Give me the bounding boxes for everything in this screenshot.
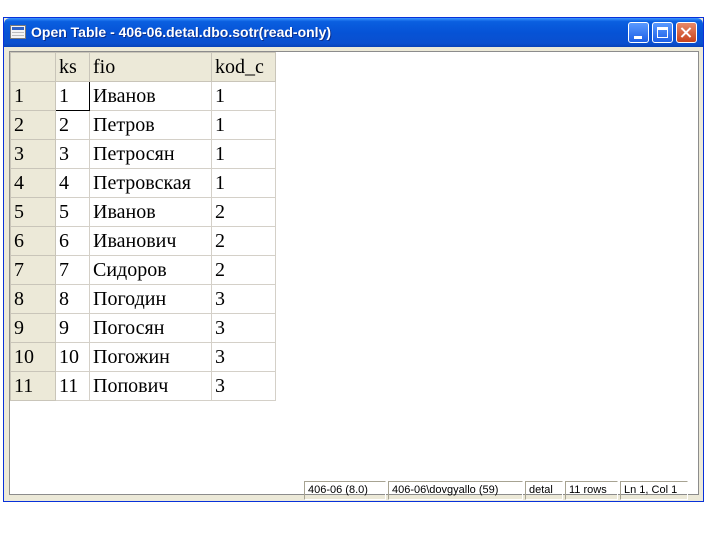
status-cursor-position: Ln 1, Col 1 bbox=[620, 481, 688, 500]
results-grid: ks fio kod_c 1 1 Иванов 1 2 2 Петров 1 3 3 Петрося… bbox=[10, 52, 276, 401]
minimize-button[interactable] bbox=[628, 22, 649, 43]
table-row[interactable]: 3 3 Петросян 1 bbox=[10, 139, 276, 169]
row-header[interactable]: 9 bbox=[10, 313, 56, 343]
status-bar: 406-06 (8.0) 406-06\dovgyallo (59) detal… bbox=[5, 479, 695, 501]
minimize-icon bbox=[634, 36, 642, 39]
cell-ks[interactable]: 10 bbox=[55, 342, 90, 372]
row-header[interactable]: 10 bbox=[10, 342, 56, 372]
table-row[interactable]: 4 4 Петровская 1 bbox=[10, 168, 276, 198]
cell-ks[interactable]: 3 bbox=[55, 139, 90, 169]
cell-kod_c[interactable]: 3 bbox=[211, 342, 276, 372]
row-header[interactable]: 7 bbox=[10, 255, 56, 285]
table-row[interactable]: 9 9 Погосян 3 bbox=[10, 313, 276, 343]
cell-ks[interactable]: 2 bbox=[55, 110, 90, 140]
cell-kod_c[interactable]: 1 bbox=[211, 139, 276, 169]
cell-kod_c[interactable]: 2 bbox=[211, 197, 276, 227]
cell-fio[interactable]: Погожин bbox=[89, 342, 212, 372]
cell-fio[interactable]: Погодин bbox=[89, 284, 212, 314]
close-icon bbox=[677, 23, 696, 42]
table-window-icon bbox=[10, 25, 26, 39]
title-bar[interactable]: Open Table - 406-06.detal.dbo.sotr(read-… bbox=[4, 18, 703, 47]
cell-fio[interactable]: Иванов bbox=[89, 81, 212, 111]
cell-kod_c[interactable]: 2 bbox=[211, 255, 276, 285]
cell-ks[interactable]: 8 bbox=[55, 284, 90, 314]
row-header[interactable]: 5 bbox=[10, 197, 56, 227]
cell-kod_c[interactable]: 3 bbox=[211, 284, 276, 314]
cell-ks[interactable]: 5 bbox=[55, 197, 90, 227]
cell-fio[interactable]: Погосян bbox=[89, 313, 212, 343]
open-table-window: Open Table - 406-06.detal.dbo.sotr(read-… bbox=[3, 17, 704, 502]
row-header[interactable]: 3 bbox=[10, 139, 56, 169]
column-header-kod_c[interactable]: kod_c bbox=[211, 52, 276, 82]
table-row[interactable]: 1 1 Иванов 1 bbox=[10, 81, 276, 111]
cell-fio[interactable]: Попович bbox=[89, 371, 212, 401]
row-header[interactable]: 11 bbox=[10, 371, 56, 401]
column-header-fio[interactable]: fio bbox=[89, 52, 212, 82]
table-row[interactable]: 11 11 Попович 3 bbox=[10, 371, 276, 401]
table-row[interactable]: 10 10 Погожин 3 bbox=[10, 342, 276, 372]
close-button[interactable] bbox=[676, 22, 697, 43]
cell-kod_c[interactable]: 1 bbox=[211, 81, 276, 111]
cell-fio[interactable]: Петровская bbox=[89, 168, 212, 198]
cell-fio[interactable]: Петросян bbox=[89, 139, 212, 169]
grid-body: 1 1 Иванов 1 2 2 Петров 1 3 3 Петросян 1 4 4 Петровска… bbox=[10, 81, 276, 401]
row-header[interactable]: 1 bbox=[10, 81, 56, 111]
cell-fio[interactable]: Сидоров bbox=[89, 255, 212, 285]
maximize-icon bbox=[657, 27, 668, 38]
cell-fio[interactable]: Иванович bbox=[89, 226, 212, 256]
table-row[interactable]: 5 5 Иванов 2 bbox=[10, 197, 276, 227]
table-row[interactable]: 7 7 Сидоров 2 bbox=[10, 255, 276, 285]
status-row-count: 11 rows bbox=[565, 481, 618, 500]
row-header[interactable]: 2 bbox=[10, 110, 56, 140]
table-row[interactable]: 6 6 Иванович 2 bbox=[10, 226, 276, 256]
row-header[interactable]: 6 bbox=[10, 226, 56, 256]
cell-ks[interactable]: 7 bbox=[55, 255, 90, 285]
cell-kod_c[interactable]: 3 bbox=[211, 371, 276, 401]
window-title: Open Table - 406-06.detal.dbo.sotr(read-… bbox=[31, 24, 332, 40]
cell-kod_c[interactable]: 1 bbox=[211, 168, 276, 198]
status-user: 406-06\dovgyallo (59) bbox=[388, 481, 523, 500]
table-row[interactable]: 8 8 Погодин 3 bbox=[10, 284, 276, 314]
status-server: 406-06 (8.0) bbox=[304, 481, 386, 500]
cell-ks[interactable]: 4 bbox=[55, 168, 90, 198]
cell-fio[interactable]: Петров bbox=[89, 110, 212, 140]
column-header-ks[interactable]: ks bbox=[55, 52, 90, 82]
results-grid-area[interactable]: ks fio kod_c 1 1 Иванов 1 2 2 Петров 1 3 3 Петрося… bbox=[9, 51, 699, 495]
status-database: detal bbox=[525, 481, 563, 500]
cell-kod_c[interactable]: 3 bbox=[211, 313, 276, 343]
cell-kod_c[interactable]: 2 bbox=[211, 226, 276, 256]
row-header[interactable]: 4 bbox=[10, 168, 56, 198]
cell-ks[interactable]: 11 bbox=[55, 371, 90, 401]
header-row: ks fio kod_c bbox=[10, 52, 276, 82]
row-header[interactable]: 8 bbox=[10, 284, 56, 314]
cell-ks[interactable]: 9 bbox=[55, 313, 90, 343]
maximize-button[interactable] bbox=[652, 22, 673, 43]
grid-corner[interactable] bbox=[10, 52, 56, 82]
table-row[interactable]: 2 2 Петров 1 bbox=[10, 110, 276, 140]
cell-ks[interactable]: 6 bbox=[55, 226, 90, 256]
cell-kod_c[interactable]: 1 bbox=[211, 110, 276, 140]
cell-ks[interactable]: 1 bbox=[55, 81, 90, 111]
cell-fio[interactable]: Иванов bbox=[89, 197, 212, 227]
